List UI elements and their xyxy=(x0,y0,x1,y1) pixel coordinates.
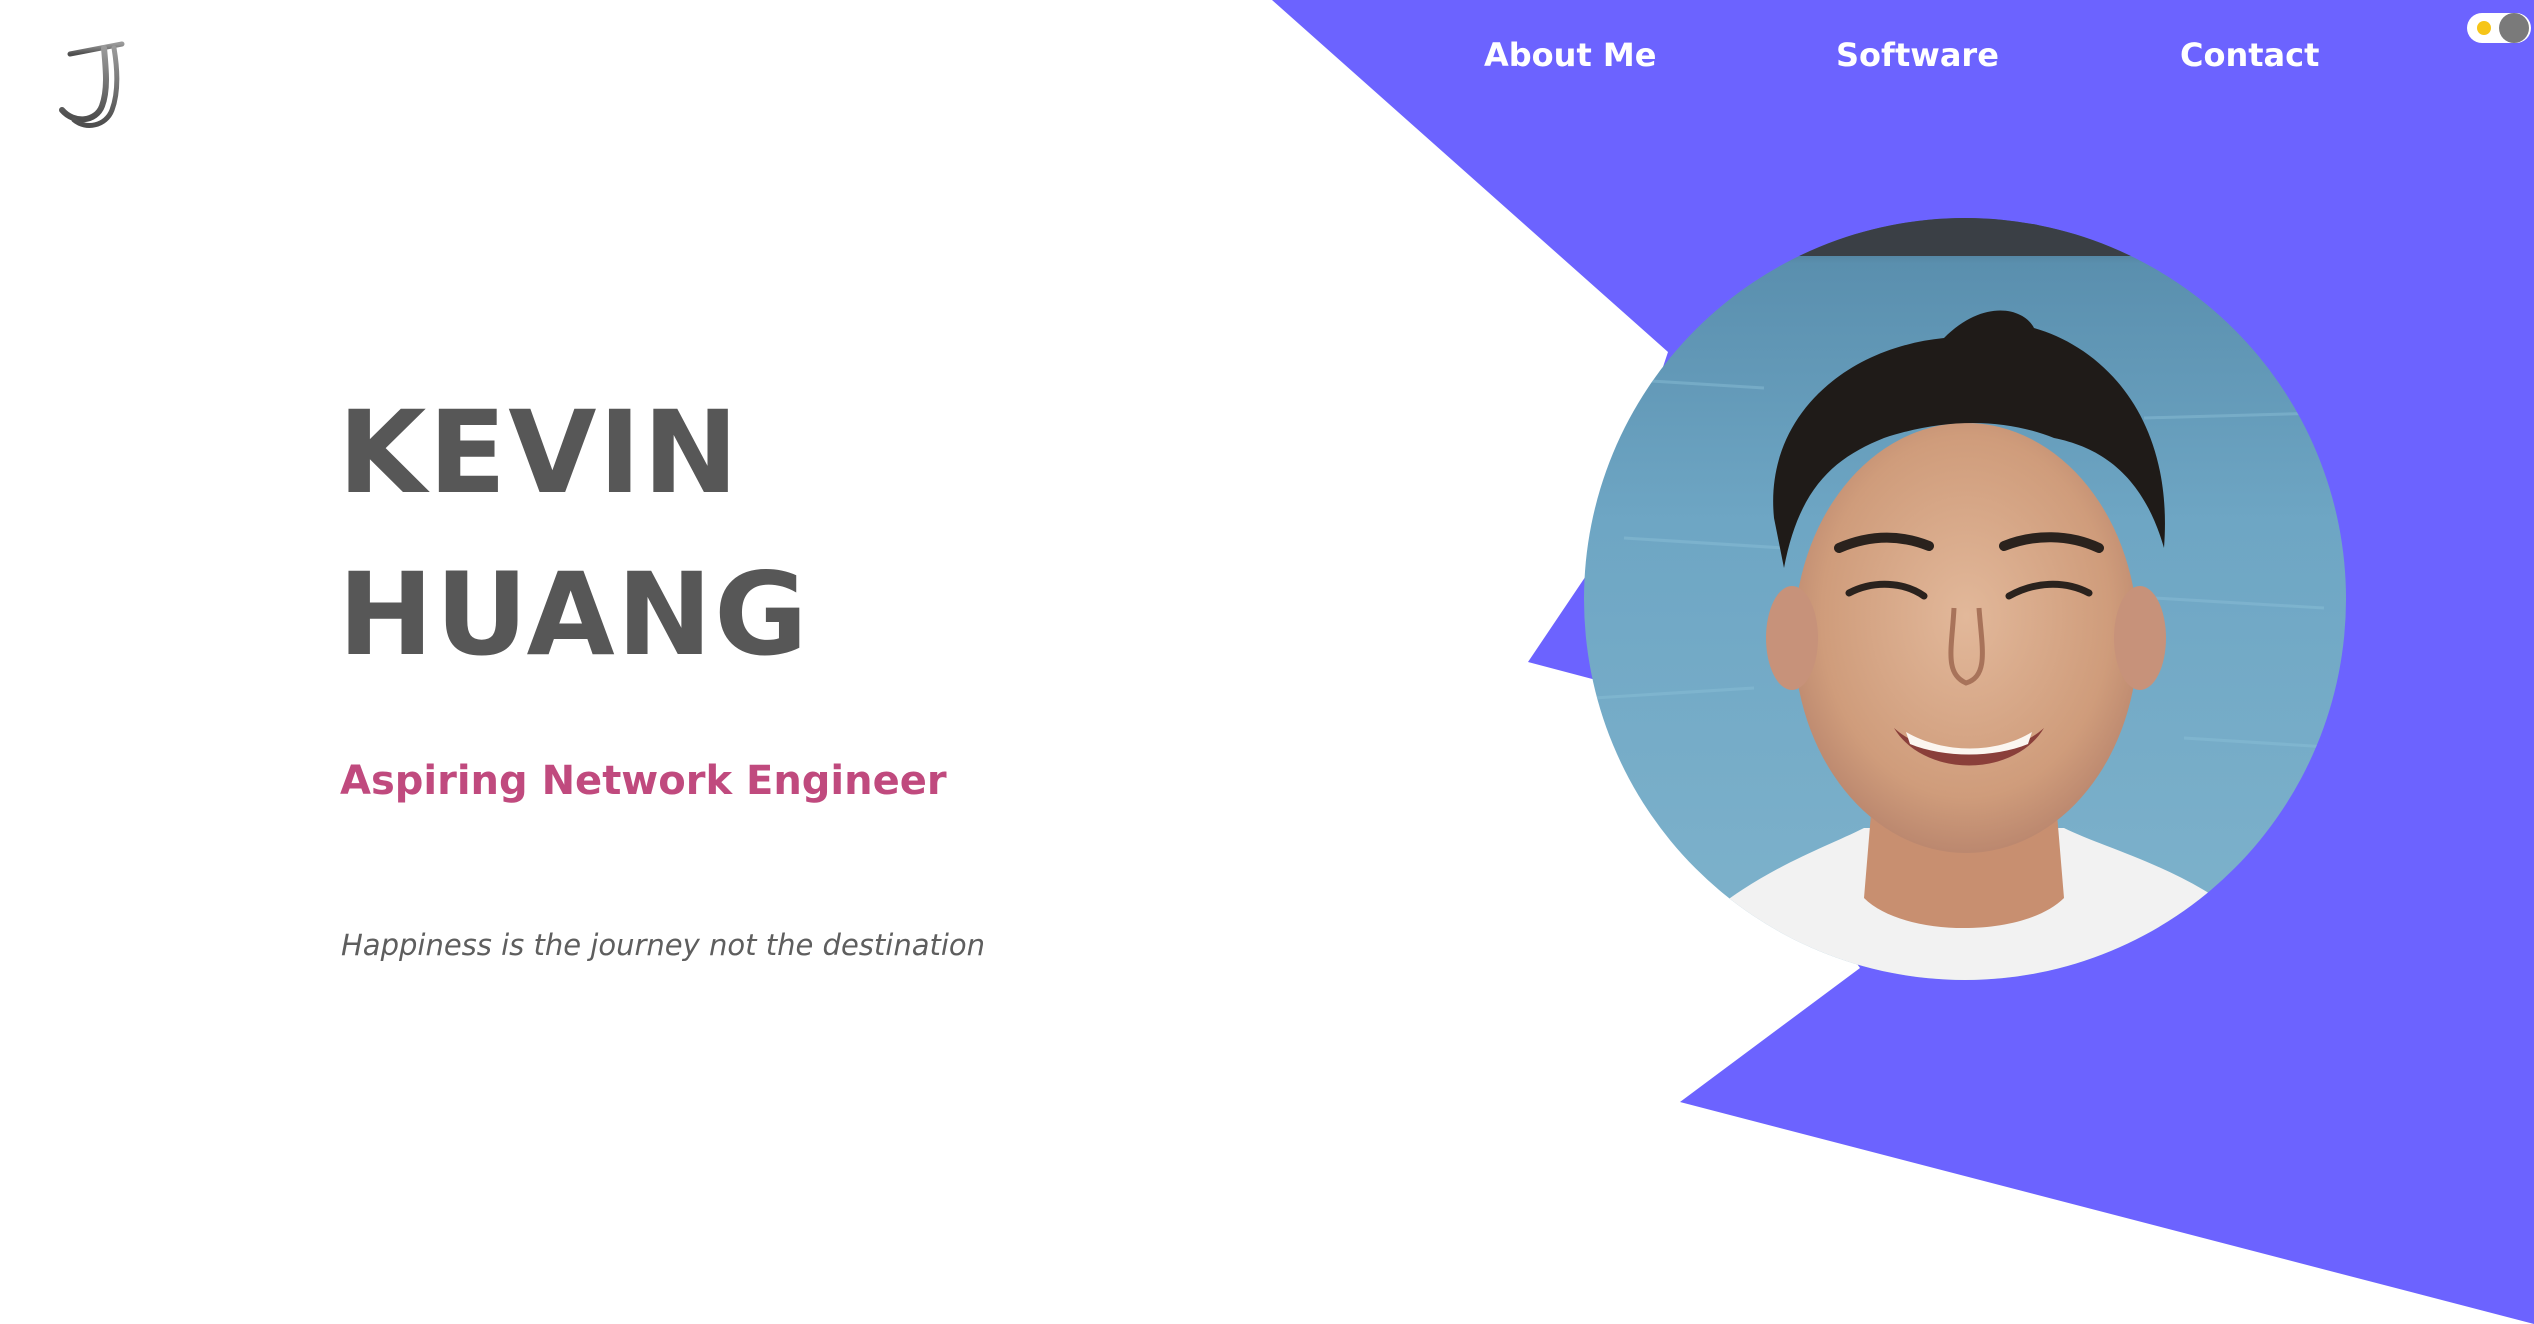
main-nav: About Me Software Contact xyxy=(0,30,2534,80)
profile-photo xyxy=(1584,218,2346,980)
hero-name-last: HUANG xyxy=(338,548,810,681)
sun-icon xyxy=(2477,21,2491,35)
nav-link-software[interactable]: Software xyxy=(1836,30,1999,80)
photo-content xyxy=(1584,218,2346,980)
nav-link-about-me[interactable]: About Me xyxy=(1484,30,1656,80)
hero-role: Aspiring Network Engineer xyxy=(340,758,947,804)
nav-link-contact[interactable]: Contact xyxy=(2180,30,2319,80)
theme-toggle-switch[interactable] xyxy=(2467,13,2531,43)
toggle-knob xyxy=(2499,13,2529,43)
hero-quote: Happiness is the journey not the destina… xyxy=(341,928,986,962)
hero-name-first: KEVIN xyxy=(338,386,741,519)
page: About Me Software Contact KEVIN HUANG As… xyxy=(0,0,2534,1324)
hero-name: KEVIN HUANG xyxy=(338,372,810,696)
